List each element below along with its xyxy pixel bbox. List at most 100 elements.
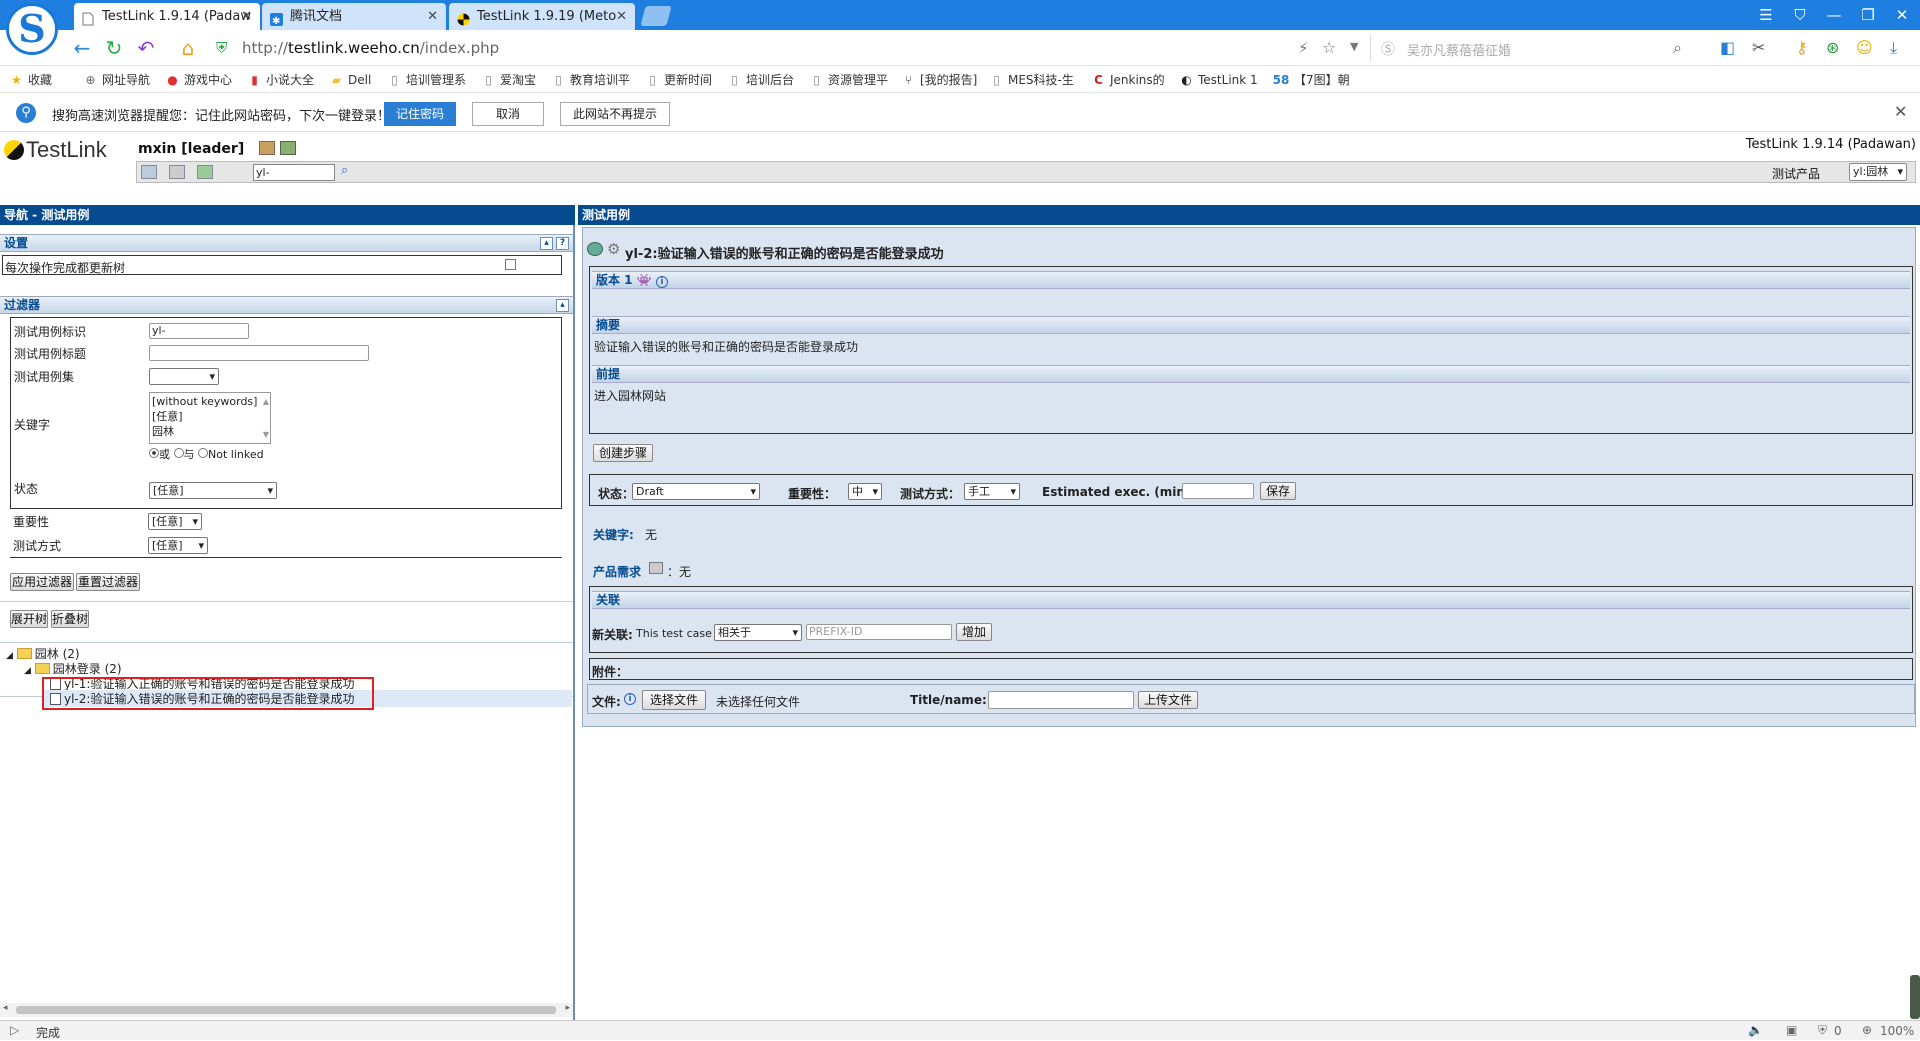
close-icon[interactable]: ✕ <box>427 3 438 30</box>
close-icon[interactable]: ✕ <box>616 3 627 30</box>
product-select[interactable]: yl:园林 <box>1849 163 1907 181</box>
close-icon[interactable]: ✕ <box>1894 102 1907 121</box>
sogou-logo-icon[interactable]: S <box>6 3 58 55</box>
reset-filter-button[interactable]: 重置过滤器 <box>76 573 140 591</box>
game-icon[interactable]: ⊛ <box>1826 38 1839 57</box>
bookmark-item[interactable]: ⊕ 网址导航 <box>84 71 150 89</box>
never-prompt-button[interactable]: 此网站不再提示 <box>560 102 670 126</box>
sidebar-toggle-icon[interactable]: ◧ <box>1720 38 1735 57</box>
minimize-icon[interactable]: — <box>1820 4 1848 26</box>
logout-icon[interactable] <box>279 141 296 155</box>
keyword-option[interactable]: [任意] <box>152 409 268 424</box>
keyword-listbox[interactable]: [without keywords] [任意] 园林 ▲ ▼ <box>149 392 271 444</box>
bookmark-star-icon[interactable]: ☆ <box>1322 38 1336 57</box>
window-close-icon[interactable]: ✕ <box>1888 4 1916 26</box>
collapse-icon[interactable]: ▴ <box>556 299 569 312</box>
testcase-id-search-input[interactable]: yl- <box>253 164 335 181</box>
expand-arrow-icon[interactable]: ◢ <box>24 666 31 676</box>
lightning-icon[interactable]: ⚡ <box>1298 39 1309 57</box>
bookmark-item[interactable]: ▯ 培训后台 <box>728 71 794 89</box>
bookmark-item[interactable]: ● 游戏中心 <box>166 71 232 89</box>
exec-type-select[interactable]: 手工 <box>964 483 1020 500</box>
apply-filter-button[interactable]: 应用过滤器 <box>10 573 74 591</box>
tab-testlink-1914[interactable]: TestLink 1.9.14 (Padaw ✕ <box>74 3 260 30</box>
tc-title-filter-input[interactable] <box>149 345 369 361</box>
ghost-icon[interactable]: 👾 <box>637 273 652 287</box>
save-button[interactable]: 保存 <box>1260 482 1296 500</box>
search-icon[interactable]: ⌕ <box>341 163 348 178</box>
address-bar[interactable]: ⛨ http://testlink.weeho.cn/index.php ⚡ ☆… <box>210 34 1358 62</box>
expand-tree-button[interactable]: 展开树 <box>10 610 48 628</box>
exec-type-filter-select[interactable]: [任意] <box>148 537 208 554</box>
radio-not-linked[interactable] <box>198 448 208 458</box>
relation-type-select[interactable]: 相关于 <box>714 624 802 641</box>
bookmark-item[interactable]: ⑂ [我的报告] <box>902 71 977 89</box>
collapse-icon[interactable]: ▴ <box>540 237 553 250</box>
user-settings-icon[interactable] <box>259 141 276 155</box>
importance-select[interactable]: 中 <box>848 483 882 500</box>
status-select[interactable]: Draft <box>632 483 760 500</box>
estimated-exec-input[interactable] <box>1182 483 1254 499</box>
relation-target-input[interactable]: PREFIX-ID <box>806 624 952 640</box>
back-icon[interactable]: ← <box>70 36 94 60</box>
bookmark-item[interactable]: ▯ 爱淘宝 <box>482 71 536 89</box>
importance-filter-select[interactable]: [任意] <box>148 513 202 530</box>
refresh-icon[interactable]: ↻ <box>102 36 126 60</box>
smile-icon[interactable]: ☺ <box>1856 38 1873 57</box>
keyword-option[interactable]: [without keywords] <box>152 394 268 409</box>
bookmark-item[interactable]: ▮ 小说大全 <box>248 71 314 89</box>
download-icon[interactable]: ⤓ <box>1890 38 1897 58</box>
scroll-down-icon[interactable]: ▼ <box>263 427 269 442</box>
collapse-tree-button[interactable]: 折叠树 <box>51 610 89 628</box>
refresh-tree-checkbox[interactable] <box>505 259 516 270</box>
restore-icon[interactable]: ❐ <box>1854 4 1882 26</box>
zoom-level[interactable]: 100% <box>1880 1024 1914 1038</box>
bookmark-item[interactable]: ▯ 培训管理系 <box>388 71 466 89</box>
radio-or[interactable] <box>149 448 159 458</box>
shield-icon[interactable]: ⛨ <box>1818 1023 1827 1038</box>
bookmark-item[interactable]: C Jenkins的 <box>1092 71 1165 89</box>
side-widget[interactable] <box>1910 975 1920 1019</box>
radio-and[interactable] <box>173 448 184 458</box>
scroll-left-icon[interactable]: ◂ <box>3 1003 8 1013</box>
play-icon[interactable]: ▷ <box>10 1023 19 1037</box>
scroll-right-icon[interactable]: ▸ <box>565 1003 570 1013</box>
speaker-icon[interactable]: 🔈 <box>1748 1023 1763 1037</box>
zoom-icon[interactable]: ⊕ <box>1862 1023 1872 1037</box>
view-icon[interactable] <box>587 242 603 256</box>
skin-icon[interactable]: ⛉ <box>1786 4 1814 26</box>
bookmark-item[interactable]: ★ 收藏 <box>10 71 52 89</box>
requirements-icon[interactable] <box>169 165 185 179</box>
suite-filter-select[interactable] <box>149 368 219 385</box>
desktop-icon[interactable] <box>141 165 157 179</box>
upload-file-button[interactable]: 上传文件 <box>1138 691 1198 709</box>
tc-id-filter-input[interactable]: yl- <box>149 323 249 339</box>
bookmark-item[interactable]: 58 【7图】朝 <box>1272 71 1350 89</box>
tab-testlink-1919[interactable]: TestLink 1.9.19 (Meto ✕ <box>449 3 635 30</box>
home-icon[interactable]: ⌂ <box>176 36 200 60</box>
search-icon[interactable]: ⌕ <box>1673 38 1682 58</box>
info-icon[interactable]: i <box>624 690 636 705</box>
search-box[interactable]: Ⓢ 吴亦凡蔡蓓蓓征婚 ⌕ <box>1370 34 1700 62</box>
bookmark-item[interactable]: ▯ 教育培训平 <box>552 71 630 89</box>
remember-password-button[interactable]: 记住密码 <box>384 102 456 126</box>
title-name-input[interactable] <box>988 691 1134 709</box>
tab-tencent-docs[interactable]: ✱ 腾讯文档 ✕ <box>262 3 446 30</box>
status-filter-select[interactable]: [任意] <box>149 482 277 499</box>
test-spec-icon[interactable] <box>197 165 213 179</box>
menu-icon[interactable]: ☰ <box>1752 4 1780 26</box>
gear-icon[interactable]: ⚙ <box>607 240 620 258</box>
add-relation-button[interactable]: 增加 <box>956 623 992 641</box>
keyword-option[interactable]: 园林 <box>152 424 268 439</box>
expand-arrow-icon[interactable]: ◢ <box>6 651 13 661</box>
bookmark-item[interactable]: ▰ Dell <box>330 71 371 89</box>
requirements-icon[interactable] <box>649 562 663 574</box>
bookmark-item[interactable]: ▯ MES科技-生 <box>990 71 1074 89</box>
key-icon[interactable]: ⚷ <box>1796 38 1808 57</box>
close-icon[interactable]: ✕ <box>241 3 252 30</box>
new-tab-button[interactable] <box>640 6 672 26</box>
cancel-button[interactable]: 取消 <box>472 102 544 126</box>
undo-icon[interactable]: ↶ <box>134 36 158 60</box>
bookmark-item[interactable]: ▯ 更新时间 <box>646 71 712 89</box>
chevron-down-icon[interactable]: ▼ <box>1350 40 1358 53</box>
